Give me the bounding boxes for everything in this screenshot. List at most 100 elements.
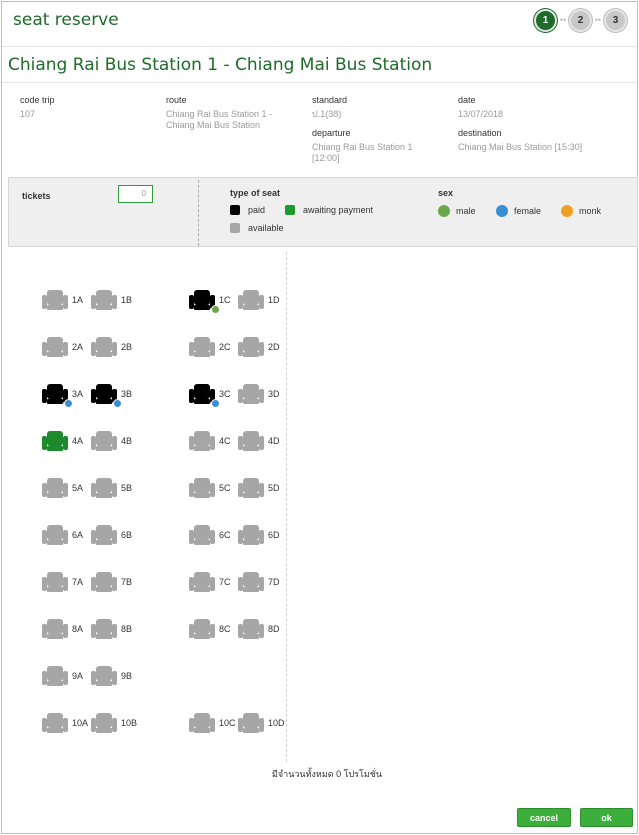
awaiting-swatch xyxy=(285,205,295,215)
date-value: 13/07/2018 xyxy=(458,109,504,119)
dialog-title: seat reserve xyxy=(13,10,119,30)
seat-icon xyxy=(42,619,68,639)
seat-label: 6A xyxy=(72,530,84,540)
seat-label: 4D xyxy=(268,436,280,446)
date-label: date xyxy=(458,95,476,105)
seat-icon xyxy=(91,290,117,310)
cancel-button[interactable]: cancel xyxy=(517,808,571,827)
seat-10A[interactable]: 10A xyxy=(42,712,88,734)
seat-label: 6B xyxy=(121,530,133,540)
seat-label: 1D xyxy=(268,295,280,305)
seat-icon xyxy=(42,290,68,310)
seat-label: 4A xyxy=(72,436,84,446)
tickets-count-input[interactable]: 0 xyxy=(118,185,153,203)
seat-3D[interactable]: 3D xyxy=(238,383,280,405)
seat-1C[interactable]: 1C xyxy=(189,289,231,314)
seat-5D[interactable]: 5D xyxy=(238,477,280,499)
paid-swatch xyxy=(230,205,240,215)
promotion-count-text: มีจำนวนทั้งหมด 0 โปรโมชั่น xyxy=(271,769,383,779)
seat-label: 9A xyxy=(72,671,84,681)
seat-4A[interactable]: 4A xyxy=(42,430,83,452)
seat-label: 8A xyxy=(72,624,84,634)
seat-2B[interactable]: 2B xyxy=(91,336,132,358)
seat-8B[interactable]: 8B xyxy=(91,618,132,640)
seat-icon xyxy=(91,337,117,357)
seat-icon xyxy=(42,666,68,686)
seat-label: 4B xyxy=(121,436,133,446)
seat-icon xyxy=(238,290,264,310)
route-value: Chiang Rai Bus Station 1 - Chiang Mai Bu… xyxy=(166,109,273,130)
seat-10D[interactable]: 10D xyxy=(238,712,285,734)
seat-7D[interactable]: 7D xyxy=(238,571,280,593)
seat-icon xyxy=(189,431,215,451)
seat-9A[interactable]: 9A xyxy=(42,665,83,687)
seat-10B[interactable]: 10B xyxy=(91,712,137,734)
seat-2C[interactable]: 2C xyxy=(189,336,231,358)
seat-label: 3A xyxy=(72,389,84,399)
seat-8D[interactable]: 8D xyxy=(238,618,280,640)
ok-button[interactable]: ok xyxy=(580,808,633,827)
seat-8C[interactable]: 8C xyxy=(189,618,231,640)
seat-6D[interactable]: 6D xyxy=(238,524,280,546)
destination-info: destination Chiang Mai Bus Station [15:3… xyxy=(458,128,633,153)
step-2: 2 xyxy=(569,9,592,32)
seat-4D[interactable]: 4D xyxy=(238,430,280,452)
step-indicator: 1 •• 2 •• 3 xyxy=(534,9,627,32)
seat-3C[interactable]: 3C xyxy=(189,383,231,408)
seat-2D[interactable]: 2D xyxy=(238,336,280,358)
seat-label: 10D xyxy=(268,718,285,728)
code-trip-value: 107 xyxy=(20,109,36,119)
seat-5C[interactable]: 5C xyxy=(189,477,231,499)
seat-10C[interactable]: 10C xyxy=(189,712,236,734)
seat-label: 2D xyxy=(268,342,280,352)
seat-6B[interactable]: 6B xyxy=(91,524,132,546)
seat-4C[interactable]: 4C xyxy=(189,430,231,452)
departure-label: departure xyxy=(312,128,351,138)
destination-value: Chiang Mai Bus Station [15:30] xyxy=(458,142,583,152)
seat-label: 8D xyxy=(268,624,280,634)
seat-4B[interactable]: 4B xyxy=(91,430,132,452)
seat-label: 5D xyxy=(268,483,280,493)
seat-icon xyxy=(189,713,215,733)
available-swatch xyxy=(230,223,240,233)
seat-1B[interactable]: 1B xyxy=(91,289,132,311)
seat-reserve-dialog: seat reserve 1 •• 2 •• 3 Chiang Rai Bus … xyxy=(1,1,638,834)
route-divider xyxy=(2,82,637,83)
legend-monk: monk xyxy=(561,205,601,217)
seat-3A[interactable]: 3A xyxy=(42,383,84,408)
seat-icon xyxy=(238,713,264,733)
seat-icon xyxy=(189,572,215,592)
seat-1A[interactable]: 1A xyxy=(42,289,83,311)
female-icon xyxy=(496,205,508,217)
legend-paid-label: paid xyxy=(248,205,266,215)
seat-icon xyxy=(42,713,68,733)
seat-6A[interactable]: 6A xyxy=(42,524,83,546)
seat-icon xyxy=(91,572,117,592)
seat-label: 1A xyxy=(72,295,84,305)
seat-5B[interactable]: 5B xyxy=(91,477,132,499)
departure-value: Chiang Rai Bus Station 1 [12:00] xyxy=(312,142,413,163)
seat-7C[interactable]: 7C xyxy=(189,571,231,593)
seat-label: 9B xyxy=(121,671,133,681)
seat-icon xyxy=(238,572,264,592)
seat-1D[interactable]: 1D xyxy=(238,289,280,311)
dialog-header: seat reserve 1 •• 2 •• 3 xyxy=(2,2,637,44)
seat-7A[interactable]: 7A xyxy=(42,571,83,593)
seat-icon xyxy=(189,619,215,639)
seat-icon xyxy=(91,478,117,498)
seat-label: 2B xyxy=(121,342,133,352)
seat-5A[interactable]: 5A xyxy=(42,477,83,499)
seat-3B[interactable]: 3B xyxy=(91,383,132,408)
seat-icon xyxy=(91,525,117,545)
seat-label: 7D xyxy=(268,577,280,587)
seat-icon xyxy=(238,478,264,498)
seat-7B[interactable]: 7B xyxy=(91,571,132,593)
sex-title: sex xyxy=(438,188,454,198)
step-3: 3 xyxy=(604,9,627,32)
seat-8A[interactable]: 8A xyxy=(42,618,83,640)
header-divider xyxy=(2,46,637,47)
seat-9B[interactable]: 9B xyxy=(91,665,132,687)
seat-2A[interactable]: 2A xyxy=(42,336,83,358)
seat-6C[interactable]: 6C xyxy=(189,524,231,546)
seat-label: 8C xyxy=(219,624,231,634)
